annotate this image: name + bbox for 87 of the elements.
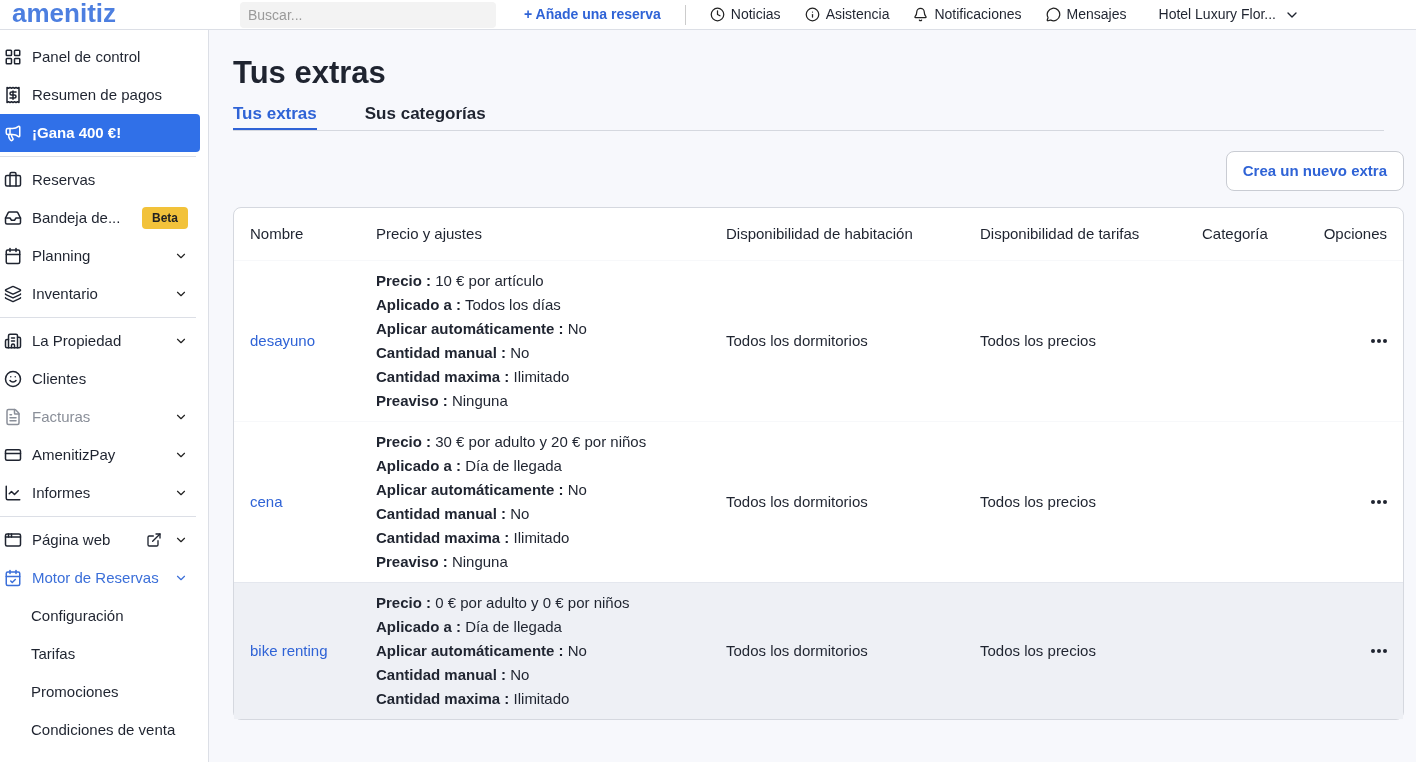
- sidebar-subitem[interactable]: Promociones: [0, 673, 196, 711]
- table-cell-text: Todos los dormitorios: [726, 641, 868, 661]
- column-header: Disponibilidad de habitación: [726, 224, 914, 244]
- receipt-icon: [4, 86, 22, 104]
- setting-line: Cantidad manual : No: [376, 504, 531, 525]
- setting-line: Precio : 0 € por adulto y 0 € por niños: [376, 593, 631, 614]
- smiley-icon: [4, 370, 22, 388]
- setting-line: Cantidad manual : No: [376, 665, 531, 686]
- setting-line: Cantidad maxima : Ilimitado: [376, 689, 571, 710]
- sidebar-item[interactable]: Panel de control: [0, 38, 196, 76]
- sidebar-item[interactable]: Informes: [0, 474, 196, 512]
- more-options-button[interactable]: [1371, 339, 1387, 344]
- sidebar-item[interactable]: Inventario: [0, 275, 196, 313]
- column-header: Opciones: [1323, 224, 1387, 244]
- column-header: Precio y ajustes: [376, 224, 483, 244]
- promo-item[interactable]: ¡Gana 400 €!: [0, 114, 200, 152]
- building-icon: [4, 332, 22, 350]
- sidebar-item[interactable]: AmenitizPay: [0, 436, 196, 474]
- chart-icon: [4, 484, 22, 502]
- page-title: Tus extras: [233, 54, 387, 92]
- megaphone-icon: [4, 124, 22, 142]
- ellipsis-icon: [1371, 500, 1387, 505]
- nav-link[interactable]: Asistencia: [825, 4, 890, 25]
- logo[interactable]: amenitiz: [12, 0, 117, 28]
- table-cell-text: Todos los dormitorios: [726, 492, 868, 512]
- sidebar-item[interactable]: Motor de Reservas: [0, 559, 196, 597]
- sidebar-item[interactable]: Reservas: [0, 161, 196, 199]
- ellipsis-icon: [1371, 649, 1387, 654]
- extra-name-link[interactable]: desayuno: [250, 330, 316, 353]
- calendar-icon: [4, 569, 22, 587]
- column-header: Categoría: [1202, 224, 1269, 244]
- briefcase-icon: [4, 171, 22, 189]
- info-icon: [804, 7, 820, 22]
- table-cell-text: Todos los precios: [980, 492, 1096, 512]
- sidebar-item[interactable]: La Propiedad: [0, 322, 196, 360]
- table-cell-text: Todos los dormitorios: [726, 331, 868, 351]
- chat-bubble-icon: [1045, 7, 1061, 22]
- hotel-dropdown[interactable]: Hotel Luxury Flor...: [1158, 4, 1300, 25]
- sidebar-subitem[interactable]: Condiciones de venta: [0, 711, 196, 749]
- card-icon: [4, 446, 22, 464]
- sidebar-subitem[interactable]: Configuración: [0, 597, 196, 635]
- sidebar-item[interactable]: Bandeja de... Beta: [0, 199, 196, 237]
- search-field[interactable]: Buscar...: [240, 1, 496, 28]
- create-extra-button[interactable]: Crea un nuevo extra: [1225, 151, 1404, 192]
- extra-name-link[interactable]: bike renting: [250, 640, 328, 663]
- setting-line: Preaviso : Ninguna: [376, 552, 509, 573]
- more-options-button[interactable]: [1371, 649, 1387, 654]
- setting-line: Precio : 30 € por adulto y 20 € por niños: [376, 432, 648, 453]
- column-header: Nombre: [250, 224, 305, 244]
- table-cell-text: Todos los precios: [980, 641, 1096, 661]
- setting-line: Cantidad manual : No: [376, 343, 531, 364]
- sidebar-item[interactable]: Clientes: [0, 360, 196, 398]
- setting-line: Aplicar automáticamente : No: [376, 480, 588, 501]
- sidebar-item[interactable]: Página web: [0, 521, 196, 559]
- ellipsis-icon: [1371, 339, 1387, 344]
- sidebar-subitem[interactable]: Tarifas: [0, 635, 196, 673]
- setting-line: Aplicar automáticamente : No: [376, 641, 588, 662]
- clock-icon: [709, 7, 725, 22]
- column-header: Disponibilidad de tarifas: [980, 224, 1141, 244]
- setting-line: Aplicado a : Día de llegada: [376, 456, 563, 477]
- grid-icon: [4, 48, 22, 66]
- setting-line: Aplicar automáticamente : No: [376, 319, 588, 340]
- tab[interactable]: Sus categorías: [364, 100, 486, 131]
- nav-link[interactable]: Notificaciones: [934, 4, 1022, 25]
- inbox-icon: [4, 209, 22, 227]
- layers-icon: [4, 285, 22, 303]
- table-cell-text: Todos los precios: [980, 331, 1096, 351]
- setting-line: Cantidad maxima : Ilimitado: [376, 367, 571, 388]
- sidebar-item[interactable]: Planning: [0, 237, 196, 275]
- setting-line: Aplicado a : Todos los días: [376, 295, 562, 316]
- more-options-button[interactable]: [1371, 500, 1387, 505]
- setting-line: Cantidad maxima : Ilimitado: [376, 528, 571, 549]
- beta-badge: Beta: [142, 207, 188, 229]
- nav-link[interactable]: Noticias: [730, 4, 781, 25]
- setting-line: Precio : 10 € por artículo: [376, 271, 545, 292]
- tab[interactable]: Tus extras: [233, 100, 317, 131]
- bell-icon: [913, 7, 929, 22]
- browser-window-icon: [4, 531, 22, 549]
- sidebar-item[interactable]: Resumen de pagos: [0, 76, 196, 114]
- add-booking-button[interactable]: + Añade una reserva: [524, 4, 661, 25]
- document-icon: [4, 408, 22, 426]
- extra-name-link[interactable]: cena: [250, 491, 283, 514]
- nav-link[interactable]: Mensajes: [1066, 4, 1127, 25]
- setting-line: Aplicado a : Día de llegada: [376, 617, 563, 638]
- external-link-icon: [146, 532, 162, 548]
- calendar-icon: [4, 247, 22, 265]
- setting-line: Preaviso : Ninguna: [376, 391, 509, 412]
